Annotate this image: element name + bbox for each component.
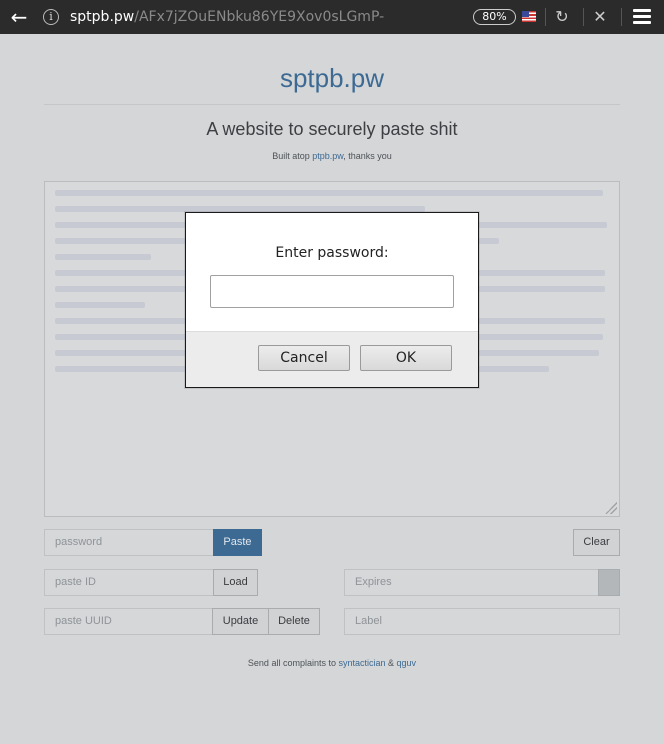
update-button[interactable]: Update (212, 608, 269, 635)
delete-button[interactable]: Delete (268, 608, 320, 635)
load-button[interactable]: Load (213, 569, 258, 596)
expires-select[interactable]: Expires (344, 569, 600, 596)
reload-icon[interactable]: ↻ (553, 6, 571, 28)
paste-button[interactable]: Paste (213, 529, 262, 556)
zoom-indicator[interactable]: 80% (473, 9, 516, 25)
tagline: A website to securely paste shit (206, 119, 458, 139)
expires-dropdown-toggle[interactable] (598, 569, 620, 596)
toolbar-separator (545, 8, 546, 26)
dialog-password-input[interactable] (210, 275, 454, 308)
ptpb-link[interactable]: ptpb.pw (312, 151, 343, 161)
url-path: /AFx7jZOuENbku86YE9Xov0sLGmP- (134, 9, 385, 25)
site-title: sptpb.pw (279, 63, 385, 93)
close-icon[interactable]: ✕ (591, 6, 609, 28)
blurred-text-line (55, 302, 145, 308)
dialog-button-bar: Cancel OK (186, 331, 478, 387)
password-input[interactable]: password (44, 529, 214, 556)
us-flag-icon[interactable] (522, 11, 536, 22)
blurred-text-line (55, 254, 151, 260)
toolbar-separator (621, 8, 622, 26)
paste-uuid-input[interactable]: paste UUID (44, 608, 214, 635)
built-prefix: Built atop (272, 151, 313, 161)
menu-icon[interactable] (633, 9, 651, 25)
back-arrow-icon[interactable]: ← (8, 5, 30, 29)
page-content: sptpb.pw A website to securely paste shi… (0, 34, 664, 744)
cancel-button[interactable]: Cancel (258, 345, 350, 371)
url-host: sptpb.pw (70, 9, 135, 25)
syntactician-link[interactable]: syntactician (338, 658, 385, 668)
label-input[interactable]: Label (344, 608, 620, 635)
paste-id-input[interactable]: paste ID (44, 569, 214, 596)
toolbar-separator (583, 8, 584, 26)
ok-button[interactable]: OK (360, 345, 452, 371)
url-bar[interactable]: sptpb.pw/AFx7jZOuENbku86YE9Xov0sLGmP- (70, 7, 384, 27)
resize-handle-icon[interactable] (605, 502, 617, 514)
qguv-link[interactable]: qguv (397, 658, 417, 668)
clear-button[interactable]: Clear (573, 529, 620, 556)
divider (44, 104, 620, 105)
footer: Send all complaints to syntactician & qg… (0, 658, 664, 668)
blurred-text-line (55, 190, 603, 196)
browser-toolbar: ← i sptpb.pw/AFx7jZOuENbku86YE9Xov0sLGmP… (0, 0, 664, 34)
built-atop-note: Built atop ptpb.pw, thanks you (0, 151, 664, 161)
built-suffix: , thanks you (343, 151, 392, 161)
footer-amp: & (385, 658, 397, 668)
password-dialog: Enter password: Cancel OK (185, 212, 479, 388)
footer-prefix: Send all complaints to (247, 658, 339, 668)
dialog-prompt: Enter password: (275, 245, 389, 261)
info-icon[interactable]: i (43, 9, 59, 25)
